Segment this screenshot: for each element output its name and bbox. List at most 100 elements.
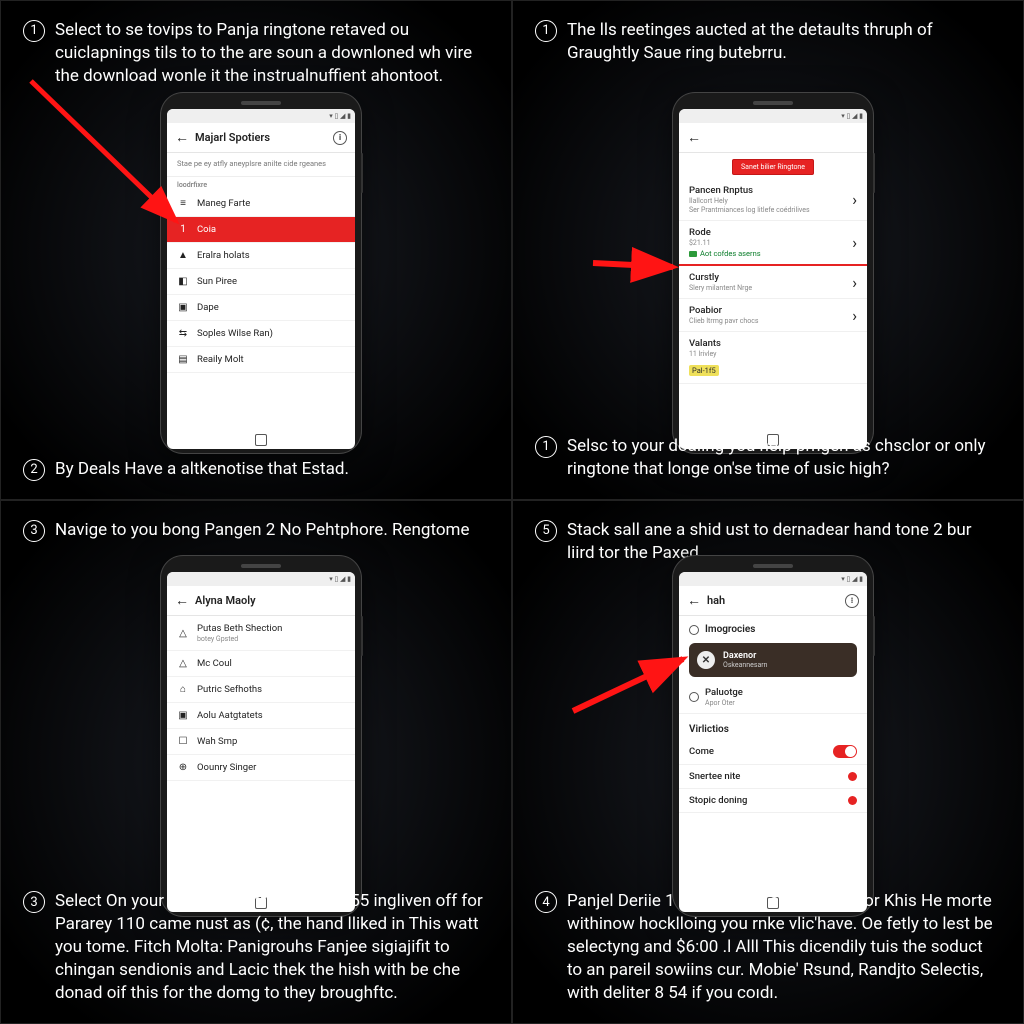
list-item[interactable]: ▲Eralra holats bbox=[167, 243, 355, 269]
step-number: 4 bbox=[535, 891, 557, 913]
list-item[interactable]: ☐ Wah Smp bbox=[167, 729, 355, 755]
phone-speaker bbox=[241, 564, 281, 568]
list-item[interactable]: ≡Maneg Farte bbox=[167, 191, 355, 217]
item-label: Soples Wilse Ran) bbox=[197, 328, 345, 339]
row-desc: $21.11 bbox=[689, 239, 852, 247]
panel-step-3: 3 Navige to you bong Pangen 2 No Pehtpho… bbox=[0, 500, 512, 1024]
settings-row[interactable]: Pancen RnptusIlallcort HelySer Prantmian… bbox=[679, 179, 867, 221]
item-label: Sun Piree bbox=[197, 276, 345, 287]
row-desc: Clieb ltrmg pavr chocs bbox=[689, 317, 852, 325]
list-item[interactable]: △Mc Coul bbox=[167, 651, 355, 677]
caption-3-top: 3 Navige to you bong Pangen 2 No Pehtpho… bbox=[23, 519, 489, 542]
toggle-row[interactable]: Snertee nite bbox=[679, 765, 867, 789]
item-icon: △ bbox=[177, 628, 189, 639]
toggle-label: Stopic doning bbox=[689, 795, 848, 806]
list-item[interactable]: ▤Reaily Molt bbox=[167, 347, 355, 373]
phone-screen: ▾ ▯ ◢ ▮ ← Sanet bilier Ringtone Pancen R… bbox=[679, 109, 867, 431]
toggle-row[interactable]: Stopic doning bbox=[679, 789, 867, 813]
list-item[interactable]: ⇆ Soples Wilse Ran) bbox=[167, 321, 355, 347]
caption-text: Selsc to your doaling you help prngen as… bbox=[567, 435, 1001, 481]
caption-2-top: 1 The lls reetinges aucted at the detaul… bbox=[535, 19, 1001, 65]
caption-2-bottom: 1 Selsc to your doaling you help prngen … bbox=[535, 435, 1001, 481]
section-title: Imogrocies bbox=[705, 624, 755, 635]
section-header: Imogrocies bbox=[679, 616, 867, 639]
caption-4-bottom: 4 Panjel Deriie 1 heard and's contlactio… bbox=[535, 890, 1001, 1005]
list-item[interactable]: ▣Dape bbox=[167, 295, 355, 321]
row-desc: Ser Prantmiances log litlefe coédrilives bbox=[689, 206, 852, 214]
phone-mockup-4: ▾ ▯ ◢ ▮ ← hah ⁝ Imogrocies ✕ Daxenor Osk… bbox=[673, 556, 873, 916]
list-item[interactable]: ⊕Oounry Singer bbox=[167, 755, 355, 781]
header-banner: Sanet bilier Ringtone bbox=[732, 159, 814, 175]
radio-icon bbox=[689, 692, 699, 702]
option-desc: Apor Oter bbox=[705, 699, 857, 707]
settings-row[interactable]: PoabiorClieb ltrmg pavr chocs› bbox=[679, 299, 867, 332]
caption-3-bottom: 3 Select On your haw dulburnt but fly to… bbox=[23, 890, 489, 1005]
list-item[interactable]: 1 Coia bbox=[167, 217, 355, 243]
back-icon[interactable]: ← bbox=[175, 129, 189, 146]
row-badge: Aot cofdes aserns bbox=[689, 249, 852, 258]
item-icon: ☐ bbox=[177, 736, 189, 747]
settings-row[interactable]: CurstlySlery milantent Nrge› bbox=[679, 266, 867, 299]
phone-screen: ▾ ▯ ◢ ▮ ← hah ⁝ Imogrocies ✕ Daxenor Osk… bbox=[679, 572, 867, 894]
row-desc: Ilallcort Hely bbox=[689, 197, 852, 205]
info-icon[interactable]: ⁝ bbox=[845, 594, 859, 608]
item-label: Coia bbox=[197, 224, 345, 235]
step-number: 2 bbox=[23, 459, 45, 481]
media-subtitle: Oskeannesarn bbox=[723, 661, 768, 669]
back-icon[interactable]: ← bbox=[687, 592, 701, 609]
radio-bullet[interactable] bbox=[848, 772, 857, 781]
item-label: Wah Smp bbox=[197, 736, 345, 747]
item-label: Putas Beth Shectionbotey Gpsted bbox=[197, 623, 345, 643]
row-title: Curstly bbox=[689, 272, 852, 283]
screen-subtitle: Stae pe ey atfly aneyplsre anilte cide r… bbox=[167, 153, 355, 177]
row-desc: 11 lrivley bbox=[689, 350, 857, 358]
panel-step-4: 5 Stack sall ane a shid ust to dernadear… bbox=[512, 500, 1024, 1024]
item-label: Putric Sefhoths bbox=[197, 684, 345, 695]
screen-title: Majarl Spotiers bbox=[195, 131, 270, 144]
screen-title: hah bbox=[707, 594, 725, 607]
item-label: Oounry Singer bbox=[197, 762, 345, 773]
caption-text: The lls reetinges aucted at the detaults… bbox=[567, 19, 1001, 65]
toggle-label: Come bbox=[689, 746, 833, 757]
item-icon: ▣ bbox=[177, 710, 189, 721]
close-icon[interactable]: ✕ bbox=[697, 651, 715, 669]
item-icon: ⇆ bbox=[177, 328, 189, 339]
item-icon: ◧ bbox=[177, 276, 189, 287]
toggle-row[interactable]: Come bbox=[679, 739, 867, 765]
caption-text: Select On your haw dulburnt but fly to 2… bbox=[55, 890, 489, 1005]
home-icon[interactable] bbox=[255, 434, 267, 446]
media-card[interactable]: ✕ Daxenor Oskeannesarn bbox=[689, 643, 857, 677]
settings-row[interactable]: Valants11 lrivleyPal-1f5 bbox=[679, 332, 867, 384]
step-number: 3 bbox=[23, 891, 45, 913]
item-icon: △ bbox=[177, 658, 189, 669]
info-icon[interactable]: i bbox=[333, 131, 347, 145]
list-item[interactable]: ⌂ Putric Sefhoths bbox=[167, 677, 355, 703]
step-number: 1 bbox=[23, 20, 45, 42]
list-item[interactable]: ▣Aolu Aatgtatets bbox=[167, 703, 355, 729]
settings-row[interactable]: Rode$21.11Aot cofdes aserns› bbox=[679, 221, 867, 266]
row-title: Pancen Rnptus bbox=[689, 185, 852, 196]
chevron-right-icon: › bbox=[852, 273, 857, 292]
radio-bullet[interactable] bbox=[848, 796, 857, 805]
item-label: Maneg Farte bbox=[197, 198, 345, 209]
item-icon: 1 bbox=[177, 224, 189, 235]
phone-mockup-3: ▾ ▯ ◢ ▮ ← Alyna Maoly △Putas Beth Shecti… bbox=[161, 556, 361, 916]
list-item[interactable]: ◧ Sun Piree bbox=[167, 269, 355, 295]
switch-toggle[interactable] bbox=[833, 745, 857, 758]
phone-mockup-2: ▾ ▯ ◢ ▮ ← Sanet bilier Ringtone Pancen R… bbox=[673, 93, 873, 453]
step-number: 1 bbox=[535, 20, 557, 42]
screen-header: ← hah ⁝ bbox=[679, 586, 867, 616]
step-number: 5 bbox=[535, 520, 557, 542]
item-icon: ▤ bbox=[177, 354, 189, 365]
caption-1-bottom: 2 By Deals Have a altkenotise that Estad… bbox=[23, 458, 489, 481]
option-row[interactable]: Paluotge Apor Oter bbox=[679, 681, 867, 714]
phone-speaker bbox=[753, 564, 793, 568]
screen-header: ← Majarl Spotiers i bbox=[167, 123, 355, 153]
item-icon: ⌂ bbox=[177, 684, 189, 695]
section-header: Virlictios bbox=[679, 714, 867, 739]
back-icon[interactable]: ← bbox=[175, 592, 189, 609]
back-icon[interactable]: ← bbox=[687, 129, 701, 146]
phone-screen: ▾ ▯ ◢ ▮ ← Majarl Spotiers i Stae pe ey a… bbox=[167, 109, 355, 431]
phone-mockup-1: ▾ ▯ ◢ ▮ ← Majarl Spotiers i Stae pe ey a… bbox=[161, 93, 361, 453]
list-item[interactable]: △ Putas Beth Shectionbotey Gpsted bbox=[167, 616, 355, 651]
